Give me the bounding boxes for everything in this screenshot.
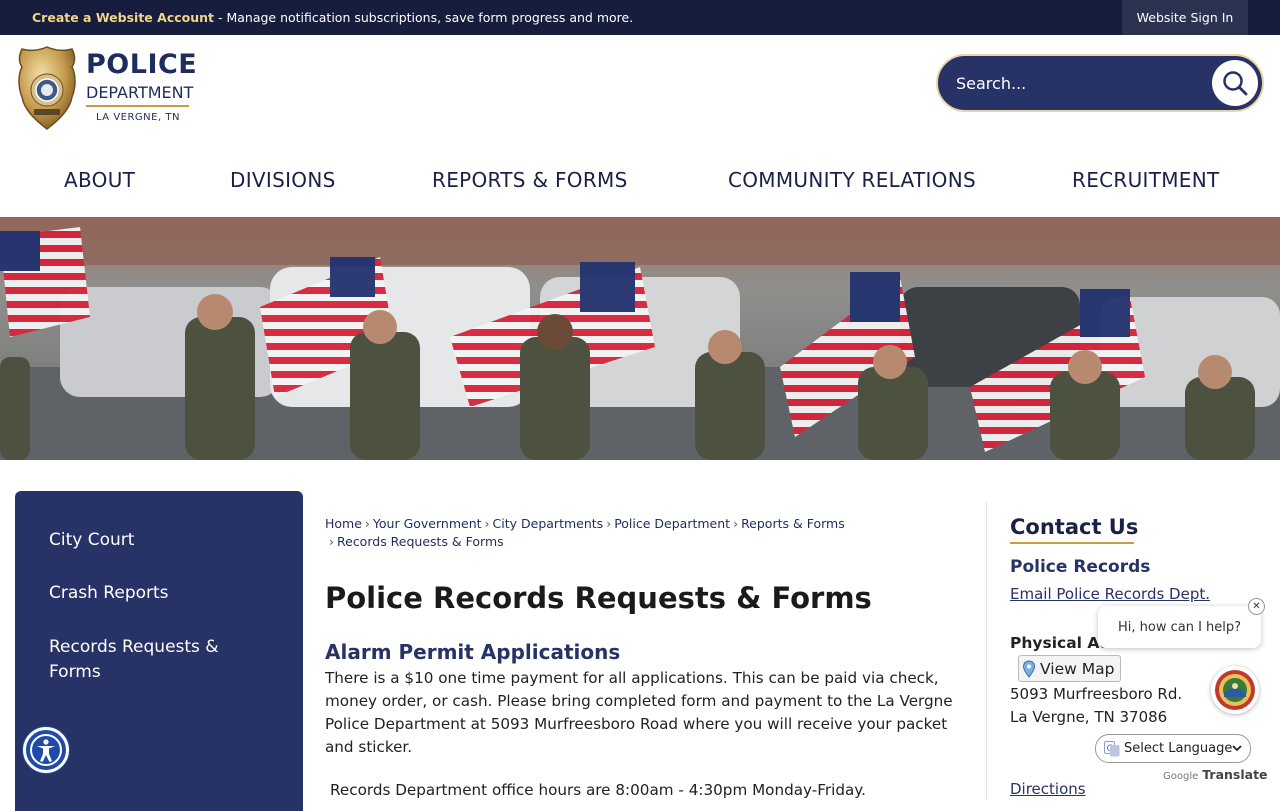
logo-department-text: DEPARTMENT xyxy=(86,83,194,102)
directions-link[interactable]: Directions xyxy=(1010,780,1086,798)
address-line-1: 5093 Murfreesboro Rd. xyxy=(1010,685,1183,703)
breadcrumb-reports-forms[interactable]: Reports & Forms xyxy=(741,516,845,531)
contact-department-name: Police Records xyxy=(1010,557,1151,577)
map-pin-icon xyxy=(1022,659,1036,678)
breadcrumb-city-departments[interactable]: City Departments xyxy=(493,516,604,531)
top-utility-bar: Create a Website Account - Manage notifi… xyxy=(0,0,1280,35)
section-heading: Alarm Permit Applications xyxy=(325,640,621,664)
search-button[interactable] xyxy=(1212,60,1258,106)
chevron-down-icon xyxy=(1232,745,1242,752)
alarm-permit-paragraph: There is a $10 one time payment for all … xyxy=(325,669,953,756)
column-divider xyxy=(986,502,987,800)
nav-item-community-relations[interactable]: COMMUNITY RELATIONS xyxy=(728,168,976,192)
sidebar-item-records-requests[interactable]: Records Requests & Forms xyxy=(49,635,249,685)
contact-title-underline xyxy=(1010,542,1134,544)
breadcrumb-police-department[interactable]: Police Department xyxy=(614,516,730,531)
nav-item-recruitment[interactable]: RECRUITMENT xyxy=(1072,168,1220,192)
chat-greeting-bubble[interactable]: Hi, how can I help? xyxy=(1098,606,1261,648)
contact-title: Contact Us xyxy=(1010,515,1139,539)
nav-item-about[interactable]: ABOUT xyxy=(64,168,135,192)
accessibility-icon xyxy=(30,734,62,766)
police-badge-icon xyxy=(18,46,76,130)
office-hours-paragraph: Records Department office hours are 8:00… xyxy=(330,781,866,799)
address-line-2: La Vergne, TN 37086 xyxy=(1010,708,1168,726)
breadcrumb-home[interactable]: Home xyxy=(325,516,362,531)
website-sign-in-button[interactable]: Website Sign In xyxy=(1122,0,1248,35)
email-police-records-link[interactable]: Email Police Records Dept. xyxy=(1010,585,1210,603)
view-map-label: View Map xyxy=(1040,659,1115,678)
officers-with-flags-photo xyxy=(0,217,1280,460)
logo-divider xyxy=(86,105,189,107)
breadcrumb-records-requests[interactable]: Records Requests & Forms xyxy=(337,534,504,549)
logo-police-text: POLICE xyxy=(86,49,198,80)
create-account-link[interactable]: Create a Website Account xyxy=(32,10,214,25)
breadcrumb-your-government[interactable]: Your Government xyxy=(373,516,482,531)
google-brand-text: Google xyxy=(1163,771,1199,782)
city-seal-icon xyxy=(1215,670,1255,710)
sidebar-item-crash-reports[interactable]: Crash Reports xyxy=(49,581,249,606)
chat-avatar-button[interactable] xyxy=(1211,666,1259,714)
hero-banner-image xyxy=(0,217,1280,460)
view-map-button[interactable]: View Map xyxy=(1018,655,1122,682)
select-language-dropdown[interactable]: G Select Language xyxy=(1095,734,1251,763)
nav-item-divisions[interactable]: DIVISIONS xyxy=(230,168,336,192)
site-search xyxy=(936,54,1264,112)
police-department-logo[interactable]: POLICE DEPARTMENT LA VERGNE, TN xyxy=(16,45,198,135)
select-language-label: Select Language xyxy=(1124,741,1233,756)
account-message: Create a Website Account - Manage notifi… xyxy=(32,10,633,25)
accessibility-button[interactable] xyxy=(23,727,69,773)
account-message-text: - Manage notification subscriptions, sav… xyxy=(214,10,634,25)
google-translate-icon: G xyxy=(1104,740,1120,756)
breadcrumb: Home › Your Government › City Departments › Po… xyxy=(325,516,845,549)
main-navigation: ABOUT DIVISIONS REPORTS & FORMS COMMUNIT… xyxy=(0,150,1280,216)
physical-address-label: Physical Ad xyxy=(1010,634,1111,652)
page-title: Police Records Requests & Forms xyxy=(325,581,872,615)
search-input[interactable] xyxy=(956,70,1206,96)
search-icon xyxy=(1223,71,1248,96)
sidebar-item-city-court[interactable]: City Court xyxy=(49,528,249,553)
logo-location-text: LA VERGNE, TN xyxy=(96,112,180,123)
powered-by-google-translate: Google Translate xyxy=(1163,767,1268,782)
chat-close-icon[interactable]: ✕ xyxy=(1248,598,1265,615)
nav-item-reports-forms[interactable]: REPORTS & FORMS xyxy=(432,168,628,192)
translate-word: Translate xyxy=(1202,767,1268,782)
